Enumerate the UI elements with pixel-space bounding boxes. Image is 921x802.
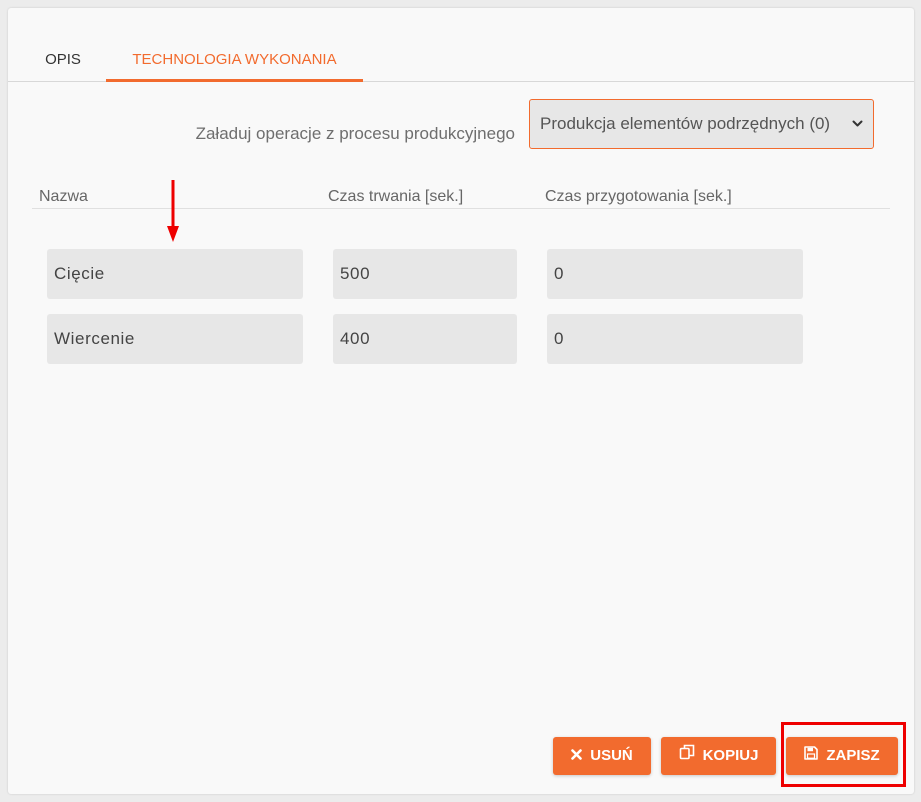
copy-icon (679, 737, 695, 775)
operation-setup-time-field[interactable]: 0 (547, 314, 803, 364)
tab-opis[interactable]: OPIS (26, 44, 100, 82)
operation-duration-field[interactable]: 500 (333, 249, 517, 299)
copy-button-label: KOPIUJ (702, 747, 759, 765)
load-operations-label: Załaduj operacje z procesu produkcyjnego (195, 124, 515, 143)
floppy-disk-icon (804, 737, 819, 775)
chevron-down-icon (852, 100, 863, 168)
production-process-select[interactable]: Produkcja elementów podrzędnych (0) (529, 99, 874, 149)
tab-bar: OPIS TECHNOLOGIA WYKONANIA (8, 44, 914, 82)
column-header-czas-przygotowania: Czas przygotowania [sek.] (545, 188, 732, 205)
operation-name-field[interactable]: Cięcie (47, 249, 303, 299)
save-button[interactable]: ZAPISZ (786, 737, 898, 775)
close-x-icon (571, 737, 583, 775)
copy-button[interactable]: KOPIUJ (661, 737, 776, 775)
operation-name-field[interactable]: Wiercenie (47, 314, 303, 364)
column-header-nazwa: Nazwa (39, 188, 88, 205)
delete-button[interactable]: USUŃ (553, 737, 651, 775)
production-process-select-value: Produkcja elementów podrzędnych (0) (540, 114, 831, 133)
annotation-arrow-icon (167, 180, 179, 242)
operation-setup-time-field[interactable]: 0 (547, 249, 803, 299)
delete-button-label: USUŃ (590, 747, 633, 765)
header-divider (32, 208, 890, 209)
editor-panel: OPIS TECHNOLOGIA WYKONANIA Załaduj opera… (8, 8, 914, 794)
save-button-label: ZAPISZ (826, 747, 880, 765)
tab-technologia-wykonania[interactable]: TECHNOLOGIA WYKONANIA (106, 44, 363, 82)
operation-duration-field[interactable]: 400 (333, 314, 517, 364)
column-header-czas-trwania: Czas trwania [sek.] (328, 188, 464, 205)
